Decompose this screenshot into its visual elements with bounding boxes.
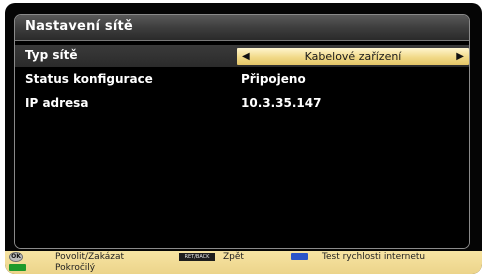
- back-key-icon: RET/BACK: [179, 253, 215, 261]
- network-type-selector[interactable]: ◀ Kabelové zařízení ▶: [237, 48, 469, 65]
- blue-key-icon: [291, 253, 308, 260]
- green-action-label: Pokročilý: [55, 263, 96, 273]
- ip-address-value: 10.3.35.147: [241, 96, 322, 110]
- ok-action-label: Povolit/Zakázat: [55, 252, 125, 262]
- setting-row-ip-address: IP adresa 10.3.35.147: [15, 93, 469, 115]
- setting-row-network-type[interactable]: Typ sítě ◀ Kabelové zařízení ▶: [15, 45, 469, 67]
- footer-legend: OK Povolit/Zakázat RET/BACK Zpět Test ry…: [5, 251, 482, 274]
- ok-key-icon: OK: [9, 252, 23, 262]
- setting-label-ip-address: IP adresa: [25, 96, 89, 110]
- back-action-label: Zpět: [223, 252, 244, 262]
- blue-action-label: Test rychlosti internetu: [322, 252, 426, 262]
- right-arrow-icon[interactable]: ▶: [456, 49, 464, 64]
- network-type-value: Kabelové zařízení: [304, 50, 402, 63]
- tv-screen-frame: Nastavení sítě Typ sítě ◀ Kabelové zaříz…: [5, 3, 482, 274]
- setting-label-config-status: Status konfigurace: [25, 72, 153, 86]
- page-title: Nastavení sítě: [25, 19, 133, 34]
- network-settings-dialog: Nastavení sítě Typ sítě ◀ Kabelové zaříz…: [14, 14, 470, 249]
- setting-label-network-type: Typ sítě: [25, 48, 78, 62]
- setting-row-config-status: Status konfigurace Připojeno: [15, 69, 469, 91]
- green-key-icon: [9, 264, 26, 271]
- config-status-value: Připojeno: [241, 72, 306, 86]
- title-bar: Nastavení sítě: [15, 15, 469, 41]
- settings-list: Typ sítě ◀ Kabelové zařízení ▶ Status ko…: [15, 42, 469, 248]
